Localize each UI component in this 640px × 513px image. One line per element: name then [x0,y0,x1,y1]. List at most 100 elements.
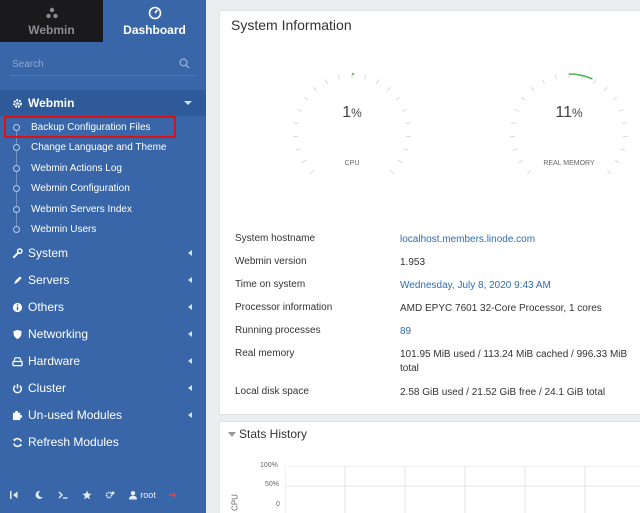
collapse-triangle-icon[interactable] [228,432,236,437]
gauge-tick [395,96,401,101]
memory-value: 11 [555,104,572,121]
sidebar-item-label: Change Language and Theme [31,141,167,153]
processes-link[interactable]: 89 [400,325,640,339]
sidebar-section-label: Refresh Modules [28,435,119,449]
user-icon [129,491,138,500]
gauge-tick [541,79,545,85]
logout-icon [169,492,177,498]
cpu-value: 1 [342,104,352,121]
logout-button[interactable] [162,484,184,506]
info-value: AMD EPYC 7601 32-Core Processor, 1 cores [400,303,602,314]
sidebar-section-un-used-modules[interactable]: Un-used Modules [0,402,206,428]
webmin-logo-icon [45,7,58,18]
gauge-tick [295,148,301,151]
gear-icon [11,97,23,109]
settings-button[interactable] [98,484,122,506]
collapse-sidebar-button[interactable] [0,484,28,506]
chevron-left-icon [188,385,192,391]
memory-gauge-label: REAL MEMORY [543,160,595,167]
y-tick-50: 50% [265,481,280,488]
gauge-tick [309,169,315,175]
memory-gauge: 11% REAL MEMORY [504,67,634,197]
terminal-icon [58,491,68,499]
tab-webmin[interactable]: Webmin [0,0,103,42]
gauge-tick [293,122,299,125]
gauge-tick [364,74,367,80]
gauge-tick [622,122,628,125]
sidebar-section-others[interactable]: Others [0,294,206,320]
favorites-button[interactable] [76,484,98,506]
hard-drive-icon [11,355,23,367]
sidebar-section-label: Networking [28,327,89,341]
chevron-left-icon [188,304,192,310]
sidebar-item-webmin-configuration[interactable]: Webmin Configuration [0,178,206,198]
sidebar-item-change-language-and-theme[interactable]: Change Language and Theme [0,137,206,157]
sidebar-section-label: Webmin [28,96,75,110]
hostname-link[interactable]: localhost.members.linode.com [400,233,640,247]
chevron-left-icon [188,277,192,283]
puzzle-icon [11,409,23,421]
gauge-tick [512,148,518,151]
sidebar-item-webmin-servers-index[interactable]: Webmin Servers Index [0,199,206,219]
main-content: System Information 1% CPU 11% REAL MEMOR… [206,0,640,513]
memory-unit: % [571,106,583,120]
sidebar-section-label: Servers [28,273,70,287]
sidebar-section-networking[interactable]: Networking [0,321,206,347]
tab-dashboard-label: Dashboard [123,22,186,37]
bullet-icon [13,184,20,192]
moon-icon [35,490,43,499]
rocket-icon [11,274,23,286]
sidebar-section-system[interactable]: System [0,240,206,266]
gauge-value-arc [568,73,593,80]
sidebar-section-cluster[interactable]: Cluster [0,375,206,401]
terminal-button[interactable] [50,484,76,506]
cpu-gauge: 1% CPU [287,67,417,197]
search-box [10,54,196,76]
panel-title: Stats History [239,427,308,441]
gauge-tick [526,169,532,175]
sidebar-section-hardware[interactable]: Hardware [0,348,206,374]
info-key: Local disk space [235,386,309,397]
chart-axis-label: CPU [230,494,240,511]
chevron-left-icon [188,250,192,256]
gauge-tick [530,86,535,92]
gauge-tick [303,96,309,101]
sidebar-section-refresh-modules[interactable]: Refresh Modules [0,429,206,455]
sidebar-item-label: Webmin Users [31,223,97,235]
top-tabs: Webmin Dashboard [0,0,206,42]
sidebar-item-webmin-actions-log[interactable]: Webmin Actions Log [0,158,206,178]
y-tick-100: 100% [260,462,278,469]
info-value: 1.953 [400,257,426,268]
sidebar-item-label: Webmin Servers Index [31,203,132,215]
gauge-tick [612,96,618,101]
sidebar-section-servers[interactable]: Servers [0,267,206,293]
power-icon [11,382,23,394]
collapse-icon [10,491,18,499]
tab-webmin-label: Webmin [28,22,75,37]
info-key: System hostname [235,233,316,244]
panel-title: System Information [231,17,352,33]
sidebar-section-webmin[interactable]: Webmin [0,90,206,116]
gauge-tick [554,74,557,80]
gauge-tick [376,79,380,85]
sidebar-item-label: Webmin Configuration [31,182,130,194]
search-icon[interactable] [179,58,190,69]
sidebar-item-webmin-users[interactable]: Webmin Users [0,219,206,239]
memory-gauge-value: 11% [504,104,634,122]
user-name: root [140,490,156,500]
sidebar: Webmin Dashboard Webmin Backup Configura… [0,0,206,513]
info-value: 101.95 MiB used / 113.24 MiB cached / 99… [400,349,628,374]
search-input[interactable] [10,54,180,75]
night-mode-button[interactable] [28,484,50,506]
info-value: 2.58 GiB used / 21.52 GiB free / 24.1 Gi… [400,387,606,398]
gauge-tick [386,86,391,92]
tab-dashboard[interactable]: Dashboard [103,0,206,42]
gauge-tick [337,74,340,80]
sidebar-section-label: System [28,246,69,260]
user-menu-button[interactable]: root [122,484,162,506]
time-link[interactable]: Wednesday, July 8, 2020 9:43 AM [400,279,640,293]
sidebar-section-label: Un-used Modules [28,408,123,422]
cpu-gauge-label: CPU [344,160,360,167]
stats-grid [285,466,640,513]
info-key: Webmin version [235,256,307,267]
